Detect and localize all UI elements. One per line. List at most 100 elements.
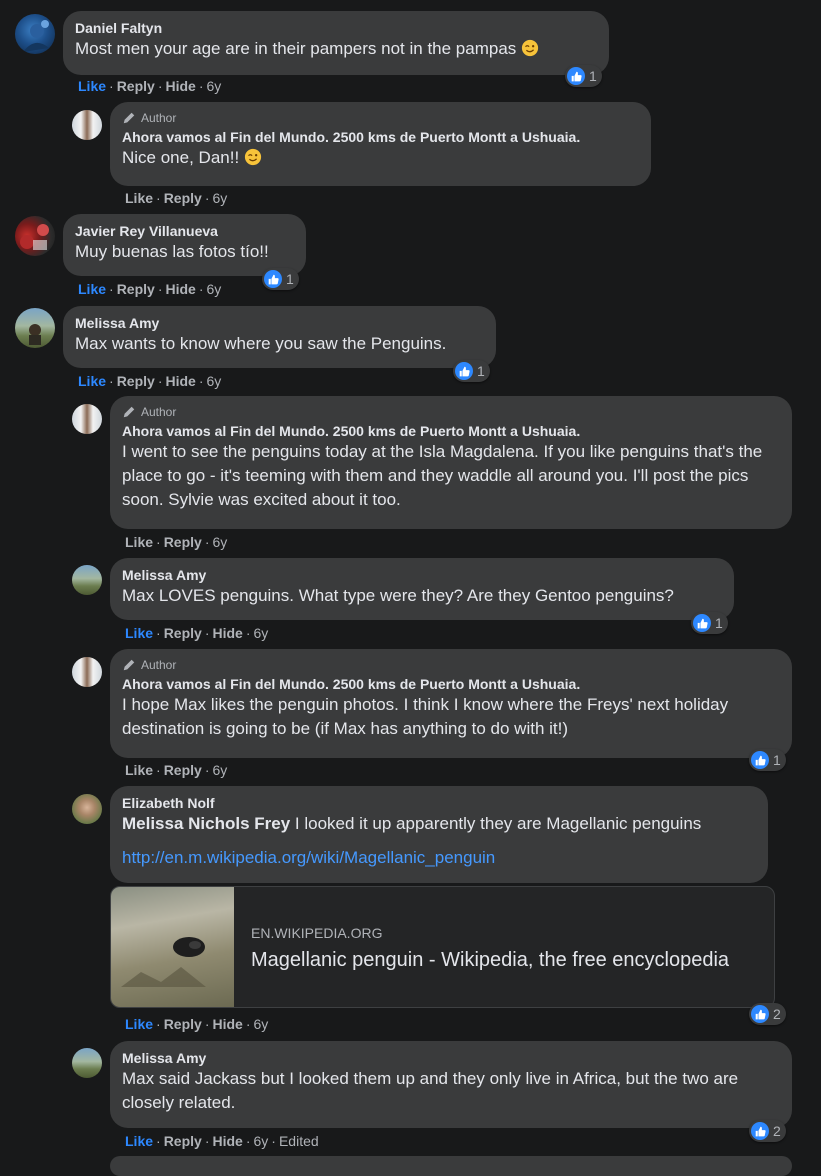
avatar[interactable] — [72, 110, 102, 140]
hide-link[interactable]: Hide — [165, 373, 195, 389]
like-reaction-icon — [567, 67, 585, 85]
reply-link[interactable]: Reply — [117, 78, 155, 94]
comment-text: Melissa Nichols Frey I looked it up appa… — [122, 814, 702, 833]
author-badge: Author — [122, 404, 780, 420]
like-reaction-icon — [693, 614, 711, 632]
avatar[interactable] — [72, 657, 102, 687]
link-preview[interactable]: EN.WIKIPEDIA.ORG Magellanic penguin - Wi… — [110, 886, 775, 1008]
timestamp[interactable]: 6y — [212, 762, 227, 778]
reaction-count[interactable]: 1 — [262, 268, 299, 290]
comment-text: I went to see the penguins today at the … — [122, 442, 763, 509]
like-reaction-icon — [751, 1122, 769, 1140]
comment-actions: Like · Reply · Hide · 6y — [78, 373, 222, 389]
reaction-number: 1 — [715, 615, 723, 631]
reaction-count[interactable]: 2 — [749, 1120, 786, 1142]
comment-bubble: Melissa Amy Max LOVES penguins. What typ… — [110, 558, 734, 620]
reaction-count[interactable]: 2 — [749, 1003, 786, 1025]
reaction-number: 1 — [286, 271, 294, 287]
comment-text: Max wants to know where you saw the Peng… — [75, 334, 447, 353]
preview-domain: EN.WIKIPEDIA.ORG — [251, 925, 383, 941]
avatar[interactable] — [15, 216, 55, 256]
comment-bubble: Melissa Amy Max wants to know where you … — [63, 306, 496, 368]
reply-link[interactable]: Reply — [164, 762, 202, 778]
comment-text: Max LOVES penguins. What type were they?… — [122, 586, 674, 605]
reaction-count[interactable]: 1 — [749, 749, 786, 771]
reply-link[interactable]: Reply — [117, 281, 155, 297]
reaction-number: 1 — [773, 752, 781, 768]
reply-link[interactable]: Reply — [164, 1133, 202, 1149]
reaction-number: 1 — [477, 363, 485, 379]
commenter-name[interactable]: Elizabeth Nolf — [122, 794, 756, 812]
timestamp[interactable]: 6y — [254, 1133, 269, 1149]
commenter-name[interactable]: Javier Rey Villanueva — [75, 222, 294, 240]
hide-link[interactable]: Hide — [165, 78, 195, 94]
reply-link[interactable]: Reply — [164, 534, 202, 550]
commenter-name[interactable]: Ahora vamos al Fin del Mundo. 2500 kms d… — [122, 128, 639, 146]
timestamp[interactable]: 6y — [207, 78, 222, 94]
pencil-icon — [123, 406, 135, 418]
reply-link[interactable]: Reply — [164, 190, 202, 206]
next-comment-bubble — [110, 1156, 792, 1176]
commenter-name[interactable]: Daniel Faltyn — [75, 19, 597, 37]
like-reaction-icon — [751, 751, 769, 769]
like-link[interactable]: Like — [125, 190, 153, 206]
reply-link[interactable]: Reply — [164, 625, 202, 641]
reaction-number: 2 — [773, 1123, 781, 1139]
timestamp[interactable]: 6y — [212, 190, 227, 206]
avatar[interactable] — [72, 565, 102, 595]
commenter-name[interactable]: Ahora vamos al Fin del Mundo. 2500 kms d… — [122, 422, 780, 440]
like-link[interactable]: Like — [78, 281, 106, 297]
timestamp[interactable]: 6y — [207, 281, 222, 297]
avatar[interactable] — [72, 1048, 102, 1078]
avatar[interactable] — [72, 404, 102, 434]
reply-link[interactable]: Reply — [117, 373, 155, 389]
commenter-name[interactable]: Ahora vamos al Fin del Mundo. 2500 kms d… — [122, 675, 780, 693]
url-link[interactable]: http://en.m.wikipedia.org/wiki/Magellani… — [122, 846, 756, 870]
like-link[interactable]: Like — [125, 762, 153, 778]
commenter-name[interactable]: Melissa Amy — [122, 1049, 780, 1067]
comment-text: Most men your age are in their pampers n… — [75, 37, 597, 61]
reaction-count[interactable]: 1 — [691, 612, 728, 634]
preview-title[interactable]: Magellanic penguin - Wikipedia, the free… — [251, 949, 729, 972]
comment-actions: Like · Reply · Hide · 6y — [78, 78, 222, 94]
timestamp[interactable]: 6y — [207, 373, 222, 389]
timestamp[interactable]: 6y — [212, 534, 227, 550]
wink-emoji-icon — [521, 39, 539, 57]
comment-bubble: Author Ahora vamos al Fin del Mundo. 250… — [110, 649, 792, 758]
pencil-icon — [123, 112, 135, 124]
reply-link[interactable]: Reply — [164, 1016, 202, 1032]
reaction-count[interactable]: 1 — [453, 360, 490, 382]
reaction-count[interactable]: 1 — [565, 65, 602, 87]
commenter-name[interactable]: Melissa Amy — [122, 566, 722, 584]
avatar[interactable] — [72, 794, 102, 824]
comment-actions: Like · Reply · Hide · 6y — [125, 625, 269, 641]
mention-link[interactable]: Melissa Nichols Frey — [122, 814, 290, 833]
timestamp[interactable]: 6y — [254, 1016, 269, 1032]
like-reaction-icon — [751, 1005, 769, 1023]
comment-text: Max said Jackass but I looked them up an… — [122, 1069, 739, 1112]
like-link[interactable]: Like — [125, 1133, 153, 1149]
like-link[interactable]: Like — [125, 625, 153, 641]
avatar[interactable] — [15, 14, 55, 54]
like-link[interactable]: Like — [125, 534, 153, 550]
author-badge: Author — [122, 110, 639, 126]
like-link[interactable]: Like — [125, 1016, 153, 1032]
hide-link[interactable]: Hide — [212, 1016, 242, 1032]
edited-label: Edited — [278, 1133, 319, 1149]
commenter-name[interactable]: Melissa Amy — [75, 314, 484, 332]
comment-actions: Like · Reply · Hide · 6y — [78, 281, 222, 297]
timestamp[interactable]: 6y — [254, 625, 269, 641]
hide-link[interactable]: Hide — [165, 281, 195, 297]
like-link[interactable]: Like — [78, 78, 106, 94]
like-link[interactable]: Like — [78, 373, 106, 389]
comment-actions: Like · Reply · 6y — [125, 762, 228, 778]
hide-link[interactable]: Hide — [212, 625, 242, 641]
preview-image — [111, 887, 234, 1007]
avatar[interactable] — [15, 308, 55, 348]
comment-actions: Like · Reply · Hide · 6y — [125, 1016, 269, 1032]
like-reaction-icon — [264, 270, 282, 288]
comment-bubble: Javier Rey Villanueva Muy buenas las fot… — [63, 214, 306, 276]
hide-link[interactable]: Hide — [212, 1133, 242, 1149]
comment-text: I hope Max likes the penguin photos. I t… — [122, 695, 729, 738]
reaction-number: 2 — [773, 1006, 781, 1022]
